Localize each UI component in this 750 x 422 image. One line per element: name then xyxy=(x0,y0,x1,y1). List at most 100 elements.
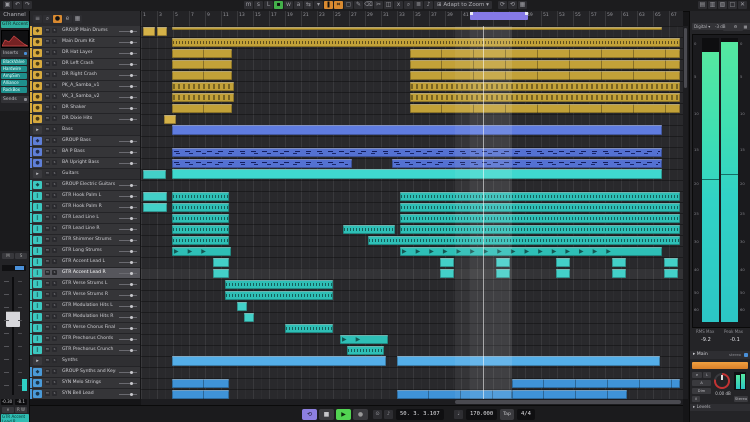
track-volume-slider[interactable] xyxy=(119,295,137,296)
track-mute-button[interactable]: m xyxy=(45,248,50,253)
main-level-knob[interactable] xyxy=(714,373,730,389)
levels-section-header[interactable]: ▸ Levels xyxy=(690,404,750,411)
track-mute-button[interactable]: m xyxy=(45,50,50,55)
track-mute-button[interactable]: m xyxy=(45,116,50,121)
track-row[interactable]: ●msSYN Bell Lead xyxy=(30,389,140,399)
track-mute-button[interactable]: m xyxy=(45,259,50,264)
clip-event[interactable] xyxy=(664,258,678,267)
clip-event[interactable] xyxy=(556,269,570,278)
track-name[interactable]: GTR Lead Line L xyxy=(62,214,116,222)
track-row[interactable]: ◆msGROUP Bass xyxy=(30,136,140,147)
clip-event[interactable] xyxy=(172,203,229,212)
track-solo-button[interactable]: s xyxy=(52,292,57,297)
track-volume-slider[interactable] xyxy=(119,42,137,43)
auto-scroll-menu-icon[interactable]: ▾ xyxy=(314,1,323,9)
clip-event[interactable] xyxy=(440,269,454,278)
track-row[interactable]: ∥msGTR Modulation Hits R xyxy=(30,312,140,323)
track-volume-slider[interactable] xyxy=(119,372,137,373)
track-type-icon[interactable]: ◆ xyxy=(33,181,42,189)
mute-tool-icon[interactable]: x xyxy=(394,1,403,9)
meter-source-dropdown[interactable]: Digital ▾ xyxy=(692,23,714,30)
track-solo-button[interactable]: s xyxy=(52,248,57,253)
track-row[interactable]: ●msDR Dixie Hits xyxy=(30,114,140,125)
erase-tool-icon[interactable]: ⌫ xyxy=(364,1,373,9)
clip-event[interactable] xyxy=(172,225,229,234)
track-filter-icon[interactable]: ≡ xyxy=(33,15,42,23)
track-volume-slider[interactable] xyxy=(119,317,137,318)
clip-event[interactable] xyxy=(172,159,352,168)
right-zone-icon[interactable]: ▧ xyxy=(718,1,727,9)
read-automation-icon[interactable]: a xyxy=(294,1,303,9)
track-type-icon[interactable]: ∥ xyxy=(33,225,42,233)
object-select-tool-icon[interactable]: ▢ xyxy=(344,1,353,9)
track-row[interactable]: ●msDR Hat Layer xyxy=(30,48,140,59)
clip-event[interactable] xyxy=(143,170,166,179)
clip-event[interactable] xyxy=(172,390,229,399)
track-type-icon[interactable]: ● xyxy=(33,390,42,398)
track-volume-slider[interactable] xyxy=(119,394,137,395)
clip-event[interactable] xyxy=(143,27,155,36)
track-name[interactable]: GTR Hook Palm R xyxy=(62,203,116,211)
clip-event[interactable] xyxy=(172,93,234,102)
track-grid-icon[interactable]: ▦ xyxy=(73,15,82,23)
dim-button[interactable]: Dim xyxy=(692,388,711,394)
downmix-select[interactable]: Stereo xyxy=(734,396,748,402)
clip-event[interactable] xyxy=(512,379,680,388)
clip-event[interactable] xyxy=(410,71,680,80)
track-solo-button[interactable]: s xyxy=(52,314,57,319)
inserts-section-header[interactable]: Inserts xyxy=(1,50,29,57)
track-row[interactable]: ●msBA Upright Bass xyxy=(30,158,140,169)
track-mute-button[interactable]: m xyxy=(45,292,50,297)
track-volume-slider[interactable] xyxy=(119,328,137,329)
close-icon[interactable]: ✕ xyxy=(738,1,747,9)
track-solo-button[interactable]: s xyxy=(52,72,57,77)
track-solo-button[interactable]: s xyxy=(52,281,57,286)
insert-slot[interactable]: BlackValve xyxy=(1,59,27,65)
track-solo-button[interactable]: s xyxy=(52,391,57,396)
adapt-to-zoom-dropdown[interactable]: ⊞ Adapt to Zoom ▾ xyxy=(434,1,492,9)
clip-event[interactable] xyxy=(410,82,680,91)
clip-event[interactable] xyxy=(368,236,680,245)
track-volume-slider[interactable] xyxy=(119,350,137,351)
track-volume-slider[interactable] xyxy=(119,31,137,32)
clip-event[interactable] xyxy=(172,192,229,201)
glue-tool-icon[interactable]: ◫ xyxy=(384,1,393,9)
track-mute-button[interactable]: m xyxy=(45,270,50,275)
track-type-icon[interactable]: ∥ xyxy=(33,214,42,222)
hub-icon[interactable]: ▣ xyxy=(3,1,12,9)
fader-value[interactable]: -0.30 xyxy=(1,399,13,405)
track-name[interactable]: GTR Verse Strums L xyxy=(62,280,116,288)
track-type-icon[interactable]: ∥ xyxy=(33,280,42,288)
track-mute-button[interactable]: m xyxy=(45,303,50,308)
audition-tool-icon[interactable]: ♪ xyxy=(424,1,433,9)
track-name[interactable]: GTR Modulation Hits R xyxy=(62,313,116,321)
track-name[interactable]: GROUP Bass xyxy=(62,137,116,145)
track-name[interactable]: Guitars xyxy=(62,170,116,178)
track-name[interactable]: DR Right Crash xyxy=(62,71,116,79)
track-type-icon[interactable]: ∥ xyxy=(33,203,42,211)
clip-event[interactable] xyxy=(172,82,234,91)
clip-event[interactable] xyxy=(172,125,662,135)
track-row[interactable]: ∥msGTR Prechorus Chords xyxy=(30,334,140,345)
track-name[interactable]: GTR Prechorus Chords xyxy=(62,335,116,343)
time-format-icon[interactable]: ♪ xyxy=(384,410,393,419)
track-volume-slider[interactable] xyxy=(119,141,137,142)
track-type-icon[interactable]: ∥ xyxy=(33,269,42,277)
track-mute-button[interactable]: m xyxy=(45,193,50,198)
listen-icon[interactable]: L xyxy=(264,1,273,9)
clip-event[interactable] xyxy=(172,356,386,366)
clip-event[interactable]: ▶▶▶ xyxy=(172,247,231,256)
track-mute-button[interactable]: m xyxy=(45,226,50,231)
track-name[interactable]: GROUP Main Drums xyxy=(62,27,116,35)
track-row[interactable]: ▸msGuitars xyxy=(30,169,140,180)
track-name[interactable]: BA Upright Bass xyxy=(62,159,116,167)
track-volume-slider[interactable] xyxy=(119,108,137,109)
track-mute-button[interactable]: m xyxy=(45,61,50,66)
track-mute-button[interactable]: m xyxy=(45,83,50,88)
clip-event[interactable] xyxy=(143,203,167,212)
track-mute-button[interactable]: m xyxy=(45,28,50,33)
clip-event[interactable]: ▶▶▶▶▶▶▶▶▶▶▶▶▶▶▶▶ xyxy=(400,247,662,256)
track-name[interactable]: GTR Verse Strums R xyxy=(62,291,116,299)
track-type-icon[interactable]: ● xyxy=(33,49,42,57)
track-mute-button[interactable]: m xyxy=(45,314,50,319)
